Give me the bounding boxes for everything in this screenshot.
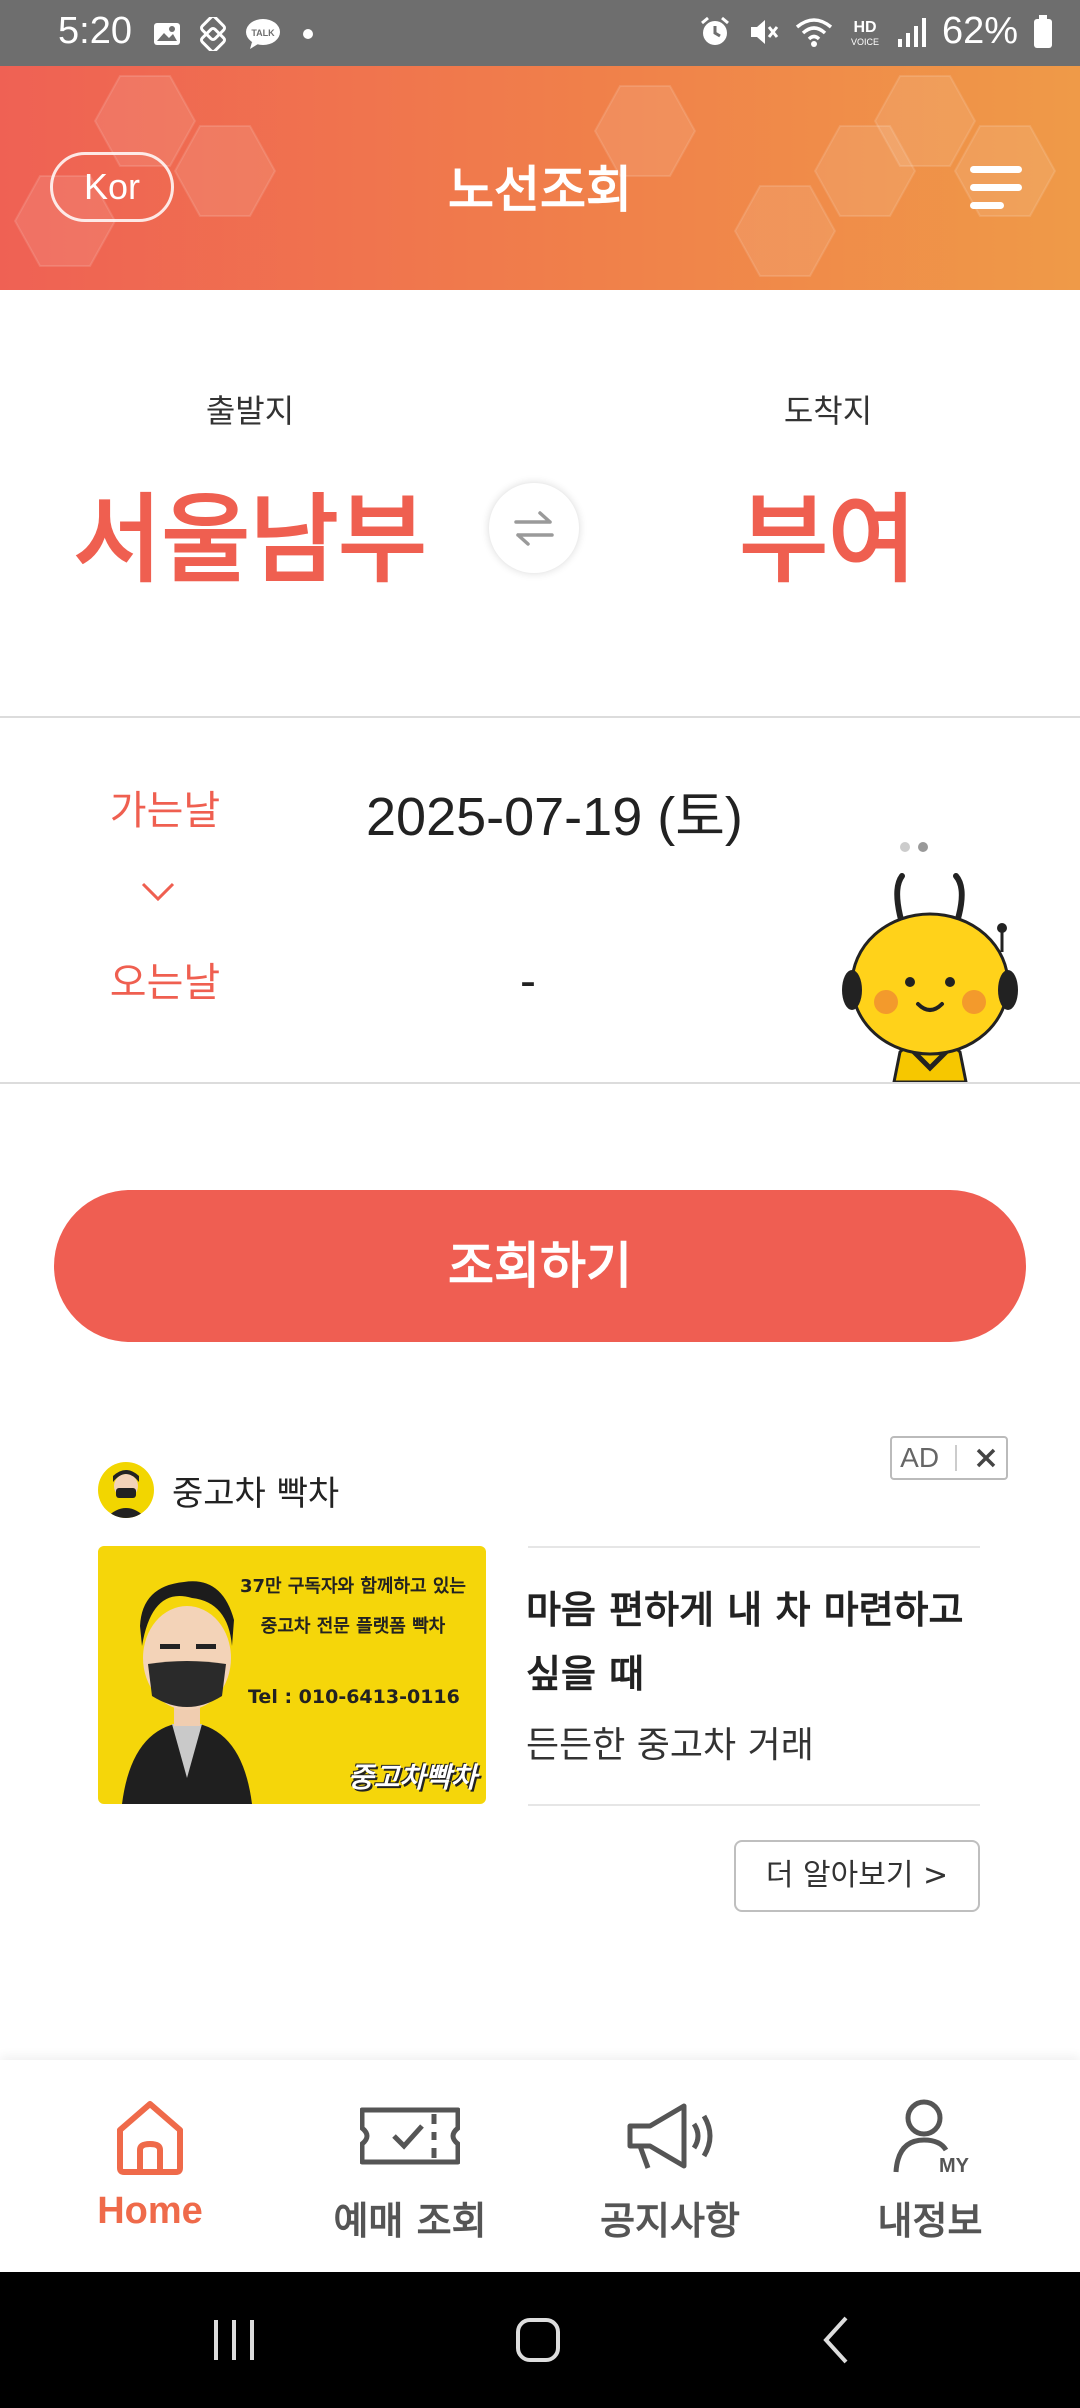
battery-icon bbox=[1034, 14, 1052, 48]
ad-image-logo: 중고차빡차 bbox=[348, 1761, 477, 1794]
swap-button[interactable] bbox=[488, 482, 580, 574]
svg-text:TALK: TALK bbox=[251, 28, 275, 38]
divider bbox=[0, 1082, 1080, 1084]
gallery-icon bbox=[154, 23, 180, 45]
ad-image-line1: 37만 구독자와 함께하고 있는 bbox=[239, 1576, 466, 1597]
chevron-down-icon bbox=[141, 882, 175, 902]
svg-text:HD: HD bbox=[853, 19, 876, 36]
close-icon[interactable] bbox=[974, 1446, 998, 1470]
route-selector: 출발지 서울남부 도착지 부여 bbox=[0, 290, 1080, 716]
nav-my-info-label: 내정보 bbox=[877, 2199, 983, 2243]
home-system-icon[interactable] bbox=[508, 2312, 568, 2368]
departure-terminal[interactable]: 서울남부 bbox=[30, 462, 470, 601]
dot-icon bbox=[303, 29, 313, 39]
ad-image-tel: Tel : 010-6413-0116 bbox=[248, 1686, 460, 1708]
arrival-label: 도착지 bbox=[783, 392, 873, 430]
ticket-check-icon bbox=[360, 2107, 460, 2165]
nav-my-info[interactable]: MY 내정보 bbox=[800, 2060, 1060, 2272]
link-icon bbox=[200, 17, 226, 51]
nav-home-label: Home bbox=[97, 2190, 203, 2232]
hd-voice-icon: HDVOICE bbox=[851, 19, 879, 47]
talk-icon: TALK bbox=[246, 19, 280, 49]
nav-reservation-label: 예매 조회 bbox=[333, 2199, 487, 2243]
my-profile-icon: MY bbox=[893, 2099, 970, 2176]
ad-image[interactable]: 37만 구독자와 함께하고 있는 중고차 전문 플랫폼 빡차 Tel : 010… bbox=[98, 1546, 486, 1804]
alarm-icon bbox=[700, 16, 729, 45]
ad-brand-avatar bbox=[98, 1462, 154, 1518]
nav-home[interactable]: Home bbox=[20, 2060, 280, 2272]
mute-icon bbox=[750, 19, 779, 44]
ad-brand-name[interactable]: 중고차 빡차 bbox=[172, 1466, 339, 1515]
status-time: 5:20 bbox=[58, 10, 132, 52]
search-button[interactable]: 조회하기 bbox=[54, 1190, 1026, 1342]
ad-divider bbox=[528, 1804, 980, 1806]
back-icon[interactable] bbox=[808, 2312, 868, 2368]
return-date-label: 오는날 bbox=[109, 960, 221, 1006]
depart-date-value[interactable]: 2025-07-19 (토) bbox=[366, 772, 743, 851]
nav-reservation-check[interactable]: 예매 조회 bbox=[280, 2060, 540, 2272]
bee-mascot-icon bbox=[842, 873, 1018, 1082]
svg-text:VOICE: VOICE bbox=[851, 37, 879, 47]
notification-icons: TALK bbox=[152, 16, 320, 52]
megaphone-icon bbox=[627, 2103, 713, 2169]
depart-date-label: 가는날 bbox=[109, 788, 221, 834]
ad-learn-more-button[interactable]: 더 알아보기 > bbox=[734, 1840, 980, 1912]
ad-label: AD bbox=[900, 1442, 940, 1473]
pager-dot bbox=[900, 842, 910, 852]
ad-subtitle[interactable]: 든든한 중고차 거래 bbox=[526, 1716, 814, 1768]
home-icon bbox=[117, 2101, 183, 2175]
battery-percent: 62% bbox=[941, 10, 1018, 52]
ad-headline[interactable]: 마음 편하게 내 차 마련하고 싶을 때 bbox=[526, 1578, 986, 1706]
swap-arrows-icon bbox=[514, 511, 554, 546]
pager-dots bbox=[900, 842, 928, 852]
page-title: 노선조회 bbox=[448, 161, 632, 219]
return-date-value[interactable]: - bbox=[520, 954, 536, 1009]
pager-dot-active bbox=[918, 842, 928, 852]
ad-badge[interactable]: AD bbox=[890, 1436, 1008, 1480]
ad-divider bbox=[528, 1546, 980, 1548]
status-bar: 5:20 TALK HD VOICE 62% bbox=[0, 0, 1080, 66]
nav-notice-label: 공지사항 bbox=[600, 2199, 740, 2243]
recent-apps-icon[interactable] bbox=[204, 2312, 264, 2368]
departure-label: 출발지 bbox=[205, 392, 295, 430]
signal-icon bbox=[897, 17, 926, 47]
system-navigation-bar bbox=[0, 2272, 1080, 2408]
bottom-navigation: Home 예매 조회 공지사항 MY 내정보 bbox=[0, 2060, 1080, 2272]
hamburger-menu-icon[interactable] bbox=[966, 158, 1026, 218]
svg-text:MY: MY bbox=[939, 2155, 970, 2176]
avatar-icon bbox=[106, 1470, 146, 1518]
nav-notice[interactable]: 공지사항 bbox=[540, 2060, 800, 2272]
arrival-terminal[interactable]: 부여 bbox=[608, 462, 1048, 601]
system-icons: HD VOICE 62% bbox=[698, 10, 1054, 53]
app-header: Kor 노선조회 bbox=[0, 66, 1080, 290]
wifi-icon bbox=[795, 17, 833, 47]
ad-tag-divider bbox=[955, 1445, 958, 1471]
ad-image-line2: 중고차 전문 플랫폼 빡차 bbox=[260, 1616, 446, 1637]
date-selector: 가는날 2025-07-19 (토) 오는날 - bbox=[0, 718, 1080, 1082]
